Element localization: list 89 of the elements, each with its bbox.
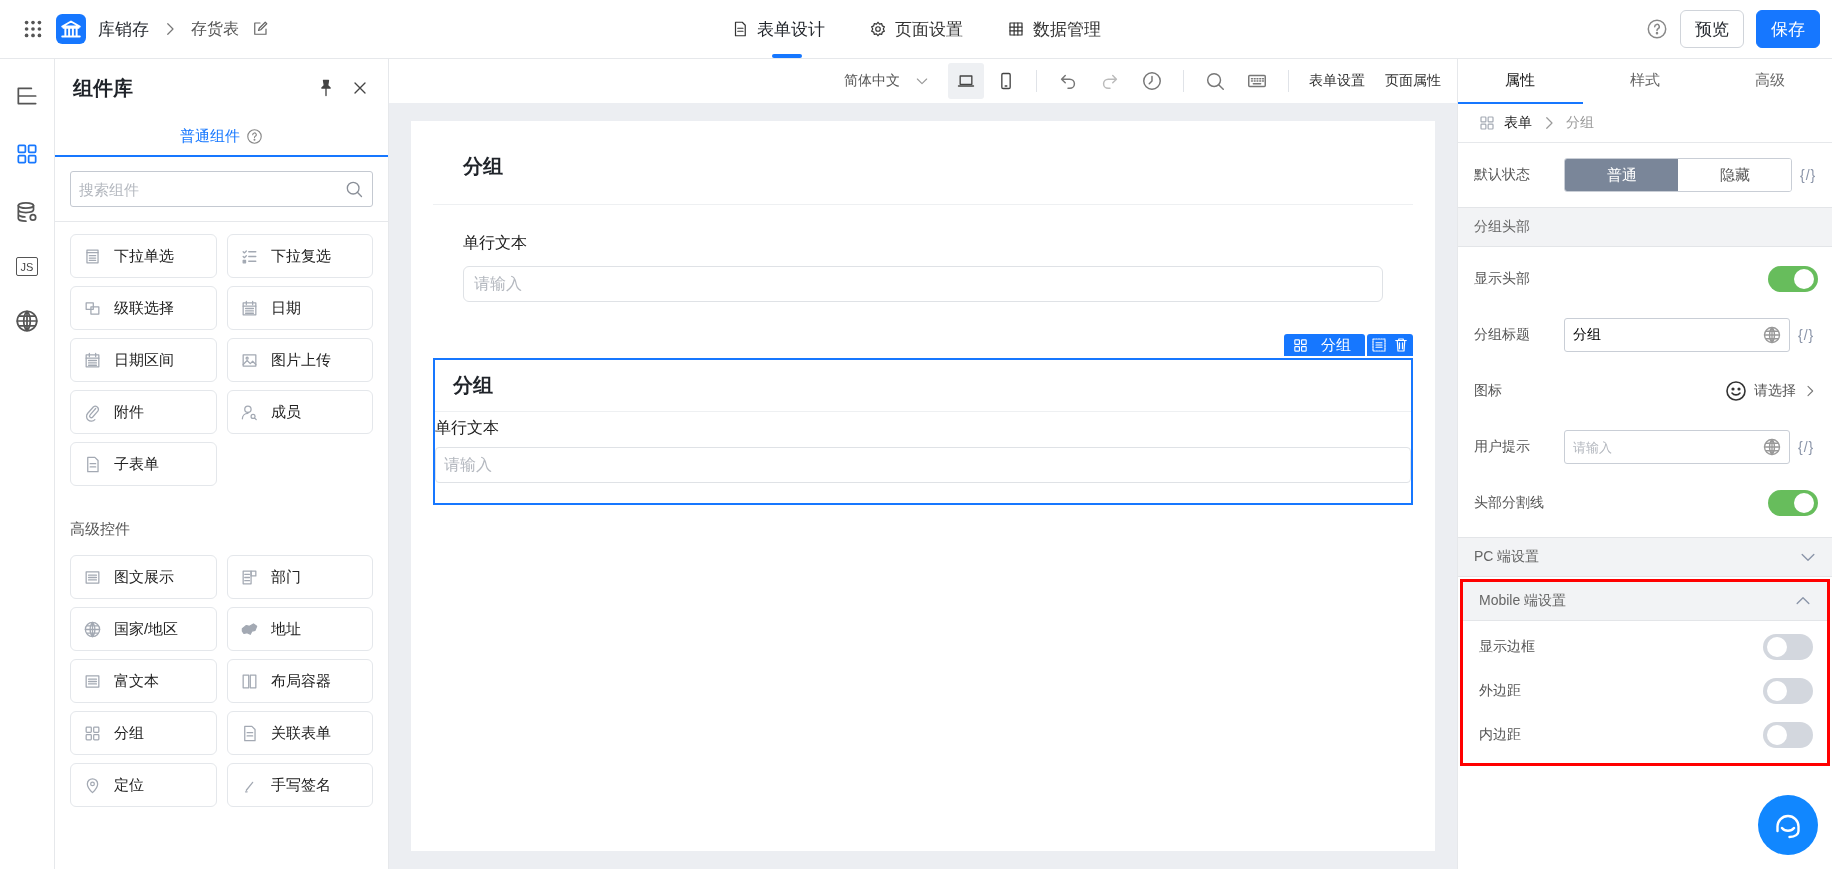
component-item[interactable]: 日期区间 [70, 338, 217, 382]
grid-icon[interactable] [14, 141, 40, 167]
field-label: 内边距 [1479, 726, 1522, 744]
search-icon[interactable] [344, 179, 364, 199]
component-item[interactable]: 子表单 [70, 442, 217, 486]
bank-icon [56, 14, 86, 44]
component-item[interactable]: 手写签名 [226, 763, 373, 807]
clock-icon[interactable] [1141, 70, 1163, 92]
calendar-icon [83, 350, 102, 370]
field-label: 用户提示 [1474, 438, 1531, 456]
component-item[interactable]: 下拉复选 [226, 234, 373, 278]
save-button[interactable]: 保存 [1756, 10, 1820, 48]
field-label: 头部分割线 [1474, 494, 1545, 512]
toggle-switch[interactable] [1763, 678, 1813, 704]
group-title: 分组 [433, 121, 1413, 205]
search-icon[interactable] [1204, 70, 1226, 92]
panel-title: 组件库 [73, 75, 134, 101]
toolbar-link[interactable]: 表单设置 [1309, 72, 1365, 90]
component-item[interactable]: 附件 [70, 390, 217, 434]
script-button[interactable]: JS [16, 257, 38, 276]
toggle-switch[interactable] [1768, 490, 1818, 516]
field-label: 图标 [1474, 382, 1503, 400]
grid-icon [1292, 336, 1309, 354]
text-field[interactable]: 分组 [1564, 318, 1790, 352]
component-item[interactable]: 图文展示 [70, 555, 217, 599]
edit-icon[interactable] [251, 20, 269, 38]
gear-icon [869, 20, 887, 38]
panel-tab[interactable]: 样式 [1582, 59, 1708, 104]
copy-icon[interactable] [1370, 336, 1388, 354]
field-label: 显示头部 [1474, 270, 1531, 288]
text-field[interactable]: 请输入 [1564, 430, 1790, 464]
section-header[interactable]: PC 端设置 [1458, 537, 1832, 577]
toggle-switch[interactable] [1763, 722, 1813, 748]
component-item[interactable]: 布局容器 [226, 659, 373, 703]
component-badge[interactable]: 分组 [1284, 334, 1365, 356]
language-select[interactable]: 简体中文 [838, 71, 936, 91]
trash-icon[interactable] [1392, 336, 1410, 354]
segmented-control[interactable]: 普通 隐藏 [1564, 158, 1792, 192]
app-name: 库销存 [98, 18, 149, 41]
preview-button[interactable]: 预览 [1680, 10, 1744, 48]
nav-tab[interactable]: 页面设置 [869, 0, 963, 58]
table-icon [1007, 20, 1025, 38]
help-icon[interactable] [1646, 18, 1668, 40]
breadcrumb-link[interactable]: 表单 [1504, 114, 1532, 132]
group-heading: 高级控件 [69, 519, 131, 539]
section-header[interactable]: Mobile 端设置 [1463, 582, 1827, 621]
globe-icon [83, 619, 102, 639]
segment-option[interactable]: 普通 [1565, 159, 1678, 191]
component-item[interactable]: 关联表单 [226, 711, 373, 755]
text-field[interactable]: 请输入 [435, 447, 1411, 483]
grid-icon [1478, 114, 1496, 132]
field-label: 默认状态 [1474, 166, 1531, 184]
nav-tab[interactable]: 数据管理 [1007, 0, 1101, 58]
component-item[interactable]: 图片上传 [226, 338, 373, 382]
icon-picker[interactable]: 请选择 [1724, 379, 1818, 403]
toggle-switch[interactable] [1768, 266, 1818, 292]
toggle-switch[interactable] [1763, 634, 1813, 660]
page-name: 存货表 [191, 18, 239, 39]
toolbar-link[interactable]: 页面属性 [1385, 72, 1441, 90]
component-item[interactable]: 成员 [226, 390, 373, 434]
group-title: 分组 [435, 360, 1411, 412]
component-item[interactable]: 日期 [226, 286, 373, 330]
nav-tab[interactable]: 表单设计 [731, 0, 825, 58]
component-item[interactable]: 定位 [70, 763, 217, 807]
app-grid-icon[interactable] [22, 18, 44, 40]
database-gear-icon[interactable] [14, 199, 40, 225]
field-label: 外边距 [1479, 682, 1522, 700]
text-field[interactable]: 请输入 [463, 266, 1383, 302]
component-item[interactable]: 级联选择 [70, 286, 217, 330]
help-icon [246, 127, 263, 145]
field-label: 分组标题 [1474, 326, 1531, 344]
globe-icon[interactable] [14, 308, 40, 334]
component-item[interactable]: 下拉单选 [70, 234, 217, 278]
field-label: 显示边框 [1479, 638, 1536, 656]
component-item[interactable]: 富文本 [70, 659, 217, 703]
component-item[interactable]: 地址 [226, 607, 373, 651]
panel-tab[interactable]: 高级 [1707, 59, 1832, 104]
component-item[interactable]: 部门 [226, 555, 373, 599]
device-toggle[interactable] [948, 63, 984, 99]
search-field[interactable]: 搜索组件 [70, 171, 373, 207]
panel-tab[interactable]: 属性 [1458, 59, 1583, 104]
component-item[interactable]: 分组 [70, 711, 217, 755]
field-label: 单行文本 [435, 418, 500, 438]
smiley-icon [1724, 379, 1748, 403]
library-tab[interactable]: 普通组件 [174, 117, 269, 155]
section-header: 分组头部 [1458, 207, 1832, 247]
field-label: 单行文本 [463, 233, 528, 253]
component-item[interactable]: 国家/地区 [70, 607, 217, 651]
breadcrumb-current: 分组 [1566, 114, 1594, 132]
